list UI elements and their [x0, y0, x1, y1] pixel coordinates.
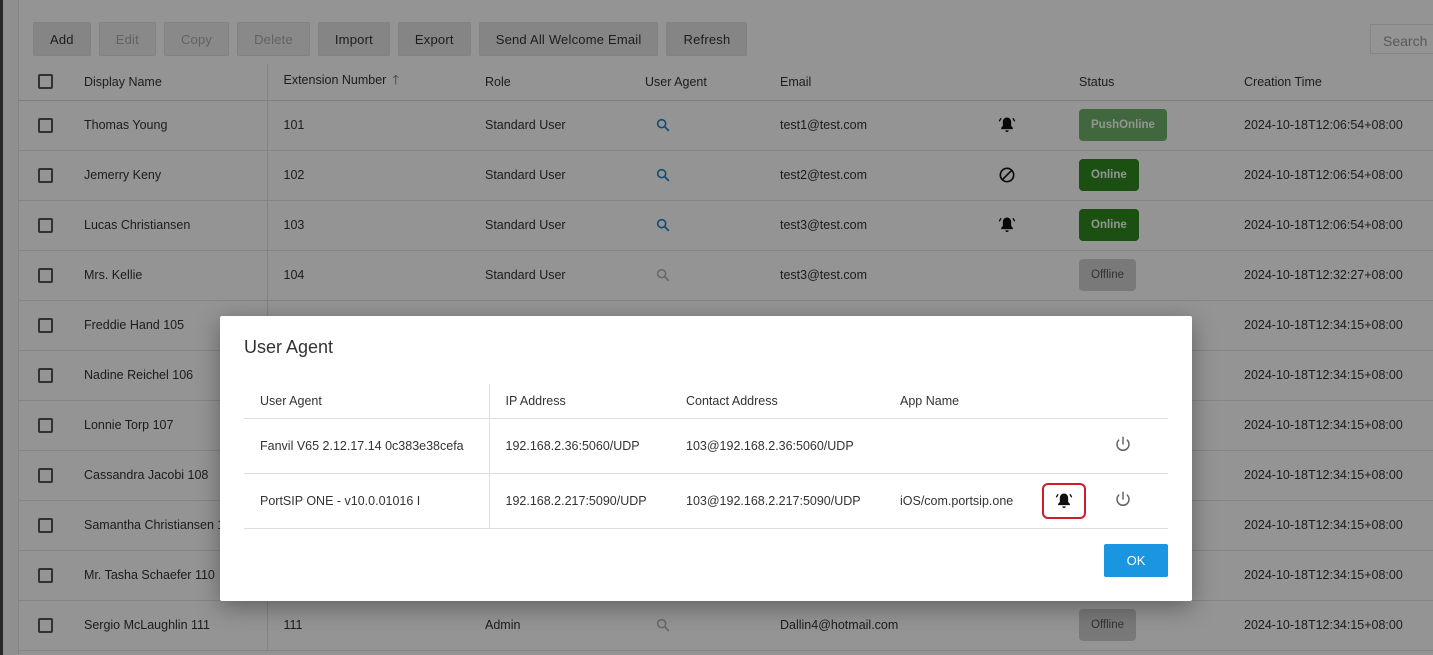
- ua-header-push: [1026, 384, 1098, 419]
- action-cell: [1098, 473, 1168, 529]
- ip-cell: 192.168.2.217:5090/UDP: [489, 473, 670, 529]
- ok-button[interactable]: OK: [1104, 544, 1168, 577]
- ua-header-user-agent: User Agent: [244, 384, 490, 419]
- user-agent-table: User Agent IP Address Contact Address Ap…: [244, 384, 1168, 529]
- ip-cell: 192.168.2.36:5060/UDP: [489, 418, 670, 474]
- app-cell: iOS/com.portsip.one: [884, 473, 1026, 529]
- ua-header-contact: Contact Address: [670, 384, 884, 419]
- contact-cell: 103@192.168.2.36:5060/UDP: [670, 418, 884, 474]
- power-icon[interactable]: [1114, 435, 1132, 453]
- push-bell-icon[interactable]: [1054, 491, 1074, 511]
- push-highlight: [1042, 482, 1086, 519]
- ua-row: Fanvil V65 2.12.17.14 0c383e38cefa 192.1…: [244, 418, 1168, 474]
- push-cell: [1026, 473, 1098, 529]
- ua-cell: PortSIP ONE - v10.0.01016 I: [244, 473, 490, 529]
- ua-header-ip: IP Address: [489, 384, 670, 419]
- power-icon[interactable]: [1114, 490, 1132, 508]
- push-cell: [1026, 418, 1098, 474]
- ua-cell: Fanvil V65 2.12.17.14 0c383e38cefa: [244, 418, 490, 474]
- app-cell: [884, 418, 1026, 474]
- ua-header-row: User Agent IP Address Contact Address Ap…: [244, 384, 1168, 419]
- dialog-title: User Agent: [244, 337, 334, 357]
- user-agent-dialog: User Agent User Agent IP Address Contact…: [220, 316, 1192, 601]
- action-cell: [1098, 418, 1168, 474]
- contact-cell: 103@192.168.2.217:5090/UDP: [670, 473, 884, 529]
- ua-header-app: App Name: [884, 384, 1026, 419]
- ua-row: PortSIP ONE - v10.0.01016 I 192.168.2.21…: [244, 473, 1168, 529]
- ua-header-action: [1098, 384, 1168, 419]
